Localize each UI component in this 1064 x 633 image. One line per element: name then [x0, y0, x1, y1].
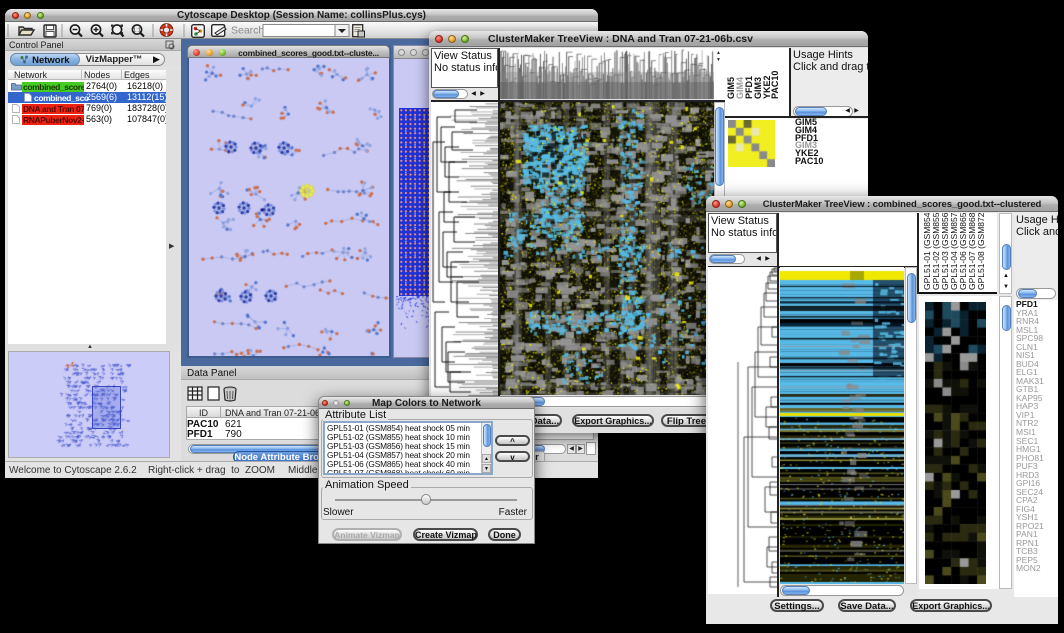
- svg-text:Search:: Search:: [231, 25, 267, 37]
- svg-text:1:1: 1:1: [133, 28, 141, 34]
- svg-text:PAC10: PAC10: [770, 71, 779, 99]
- svg-text:GPL51-08 (GSM872): GPL51-08 (GSM872): [976, 213, 986, 290]
